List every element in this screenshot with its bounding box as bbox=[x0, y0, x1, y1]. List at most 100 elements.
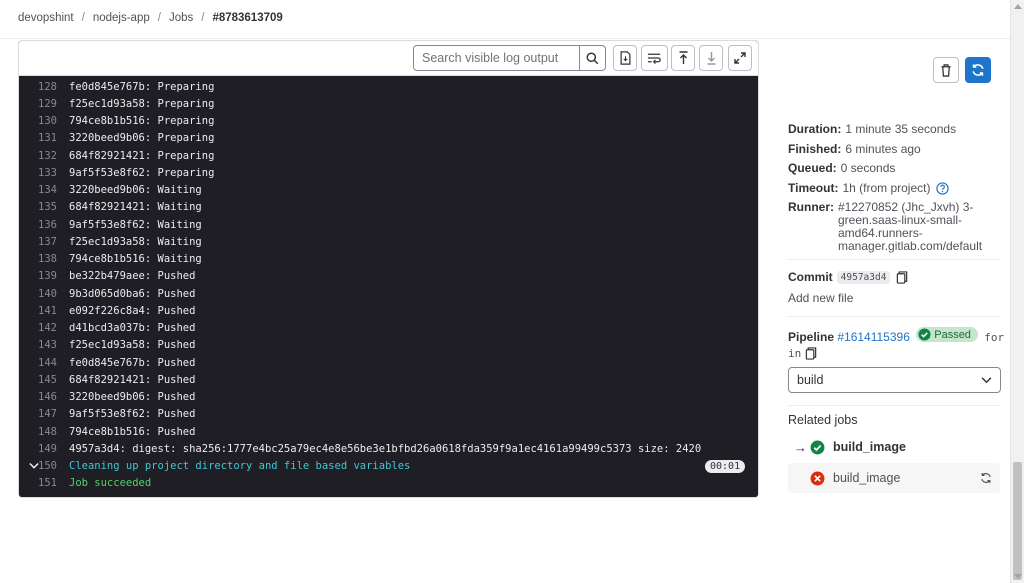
log-line: 136 9af5f53e8f62: Waiting bbox=[19, 216, 758, 233]
queued-label: Queued: bbox=[788, 161, 837, 175]
log-line: 137 f25ec1d93a58: Waiting bbox=[19, 233, 758, 250]
related-job-other[interactable]: build_image bbox=[788, 463, 1000, 493]
commit-info: Commit 4957a3d4 bbox=[788, 270, 908, 284]
stage-select-value: build bbox=[797, 373, 824, 387]
scroll-to-bottom-button[interactable] bbox=[699, 45, 723, 71]
log-line-number[interactable]: 151 bbox=[19, 477, 69, 489]
job-status-success bbox=[810, 440, 832, 455]
wrap-lines-button[interactable] bbox=[641, 45, 668, 71]
show-raw-button[interactable] bbox=[613, 45, 637, 71]
duration-label: Duration: bbox=[788, 122, 842, 136]
log-line-text: 3220beed9b06: Pushed bbox=[69, 391, 196, 404]
log-line-text: fe0d845e767b: Pushed bbox=[69, 356, 196, 369]
commit-sha[interactable]: 4957a3d4 bbox=[836, 270, 891, 284]
chevron-down-icon bbox=[981, 376, 992, 383]
breadcrumb-separator: / bbox=[157, 12, 161, 24]
log-line-number[interactable]: 135 bbox=[19, 201, 69, 213]
retry-button[interactable] bbox=[965, 57, 991, 83]
pipeline-status-badge[interactable]: Passed bbox=[916, 327, 978, 342]
log-line: 134 3220beed9b06: Waiting bbox=[19, 182, 758, 199]
log-line-number[interactable]: 146 bbox=[19, 391, 69, 403]
log-line-text: fe0d845e767b: Preparing bbox=[69, 80, 215, 93]
scroll-up-arrow[interactable] bbox=[1014, 4, 1022, 9]
log-line-text: 9b3d065d0ba6: Pushed bbox=[69, 287, 196, 300]
stage-select[interactable]: build bbox=[788, 367, 1001, 393]
log-line-number[interactable]: 130 bbox=[19, 115, 69, 127]
pipeline-info: Pipeline #1614115396 Passed for ma bbox=[788, 327, 1013, 344]
related-job-name: build_image bbox=[833, 471, 901, 485]
log-line-number[interactable]: 141 bbox=[19, 305, 69, 317]
related-jobs-title: Related jobs bbox=[788, 413, 858, 427]
retry-icon[interactable] bbox=[980, 472, 992, 484]
error-circle-icon bbox=[810, 471, 825, 485]
log-line-text: 9af5f53e8f62: Pushed bbox=[69, 408, 196, 421]
log-line-text: Cleaning up project directory and file b… bbox=[69, 460, 411, 473]
pipeline-link[interactable]: #1614115396 bbox=[837, 330, 910, 344]
log-line-number[interactable]: 128 bbox=[19, 81, 69, 93]
job-status-failed bbox=[810, 471, 832, 486]
page-scrollbar[interactable] bbox=[1010, 0, 1024, 583]
log-search-input[interactable] bbox=[414, 46, 579, 70]
log-line-number[interactable]: 131 bbox=[19, 132, 69, 144]
log-line-number[interactable]: 129 bbox=[19, 98, 69, 110]
log-line-number[interactable]: 134 bbox=[19, 184, 69, 196]
arrow-right-icon: → bbox=[794, 439, 807, 455]
log-line-number[interactable]: 148 bbox=[19, 426, 69, 438]
duration-row: Duration: 1 minute 35 seconds bbox=[788, 120, 1000, 140]
timeout-row: Timeout: 1h (from project) bbox=[788, 179, 1000, 199]
text-wrap-icon bbox=[647, 53, 661, 64]
log-line-text: 794ce8b1b516: Pushed bbox=[69, 425, 196, 438]
related-job-current[interactable]: → build_image bbox=[788, 432, 1000, 462]
log-line-number[interactable]: 147 bbox=[19, 408, 69, 420]
log-line-number[interactable]: 133 bbox=[19, 167, 69, 179]
log-line-number[interactable]: 144 bbox=[19, 357, 69, 369]
log-line-number[interactable]: 149 bbox=[19, 443, 69, 455]
trash-icon bbox=[941, 63, 951, 77]
section-divider bbox=[788, 316, 1000, 317]
log-line: 139 be322b479aee: Pushed bbox=[19, 268, 758, 285]
related-job-name: build_image bbox=[833, 440, 906, 454]
log-line: 128 fe0d845e767b: Preparing bbox=[19, 78, 758, 95]
log-line-number[interactable]: 132 bbox=[19, 150, 69, 162]
breadcrumb-group[interactable]: devopshint bbox=[18, 12, 74, 24]
breadcrumb-jobs[interactable]: Jobs bbox=[169, 12, 193, 24]
log-line-number[interactable]: 145 bbox=[19, 374, 69, 386]
log-search bbox=[413, 45, 606, 71]
log-line-number[interactable]: 136 bbox=[19, 219, 69, 231]
log-line: 143 f25ec1d93a58: Pushed bbox=[19, 337, 758, 354]
log-line-number[interactable]: 140 bbox=[19, 288, 69, 300]
log-line-number[interactable]: 137 bbox=[19, 236, 69, 248]
breadcrumb-job-id[interactable]: #8783613709 bbox=[212, 12, 282, 24]
erase-log-button[interactable] bbox=[933, 57, 959, 83]
log-line: 141 e092f226c8a4: Pushed bbox=[19, 302, 758, 319]
log-line: 133 9af5f53e8f62: Preparing bbox=[19, 164, 758, 181]
log-line-number[interactable]: 143 bbox=[19, 339, 69, 351]
search-button[interactable] bbox=[579, 46, 605, 70]
scroll-to-top-button[interactable] bbox=[671, 45, 695, 71]
raw-file-icon bbox=[620, 51, 630, 65]
job-details: Duration: 1 minute 35 seconds Finished: 6 … bbox=[788, 120, 1000, 253]
copy-icon[interactable] bbox=[896, 270, 908, 284]
log-line-number[interactable]: 138 bbox=[19, 253, 69, 265]
duration-value: 1 minute 35 seconds bbox=[845, 122, 957, 136]
log-line: 148 794ce8b1b516: Pushed bbox=[19, 423, 758, 440]
breadcrumb-project[interactable]: nodejs-app bbox=[93, 12, 150, 24]
log-line-number[interactable]: 150 bbox=[19, 460, 69, 472]
log-line-text: 9af5f53e8f62: Preparing bbox=[69, 166, 215, 179]
help-icon[interactable] bbox=[936, 182, 950, 195]
job-log-panel: 128fe0d845e767b: Preparing129f25ec1d93a5… bbox=[18, 40, 759, 498]
log-line-text: d41bcd3a037b: Pushed bbox=[69, 322, 196, 335]
log-line-text: 4957a3d4: digest: sha256:1777e4bc25a79ec… bbox=[69, 442, 702, 455]
breadcrumb: devopshint / nodejs-app / Jobs / #878361… bbox=[18, 12, 283, 24]
scrollbar-thumb[interactable] bbox=[1013, 462, 1022, 580]
log-line-number[interactable]: 139 bbox=[19, 270, 69, 282]
commit-label: Commit bbox=[788, 270, 833, 284]
chevron-down-icon[interactable] bbox=[29, 461, 39, 471]
log-line-number[interactable]: 142 bbox=[19, 322, 69, 334]
log-line: 151 Job succeeded bbox=[19, 475, 758, 492]
copy-icon[interactable] bbox=[805, 347, 817, 360]
queued-row: Queued: 0 seconds bbox=[788, 159, 1000, 179]
fullscreen-button[interactable] bbox=[728, 45, 752, 71]
scroll-down-arrow[interactable] bbox=[1014, 574, 1022, 579]
commit-message[interactable]: Add new file bbox=[788, 291, 853, 305]
